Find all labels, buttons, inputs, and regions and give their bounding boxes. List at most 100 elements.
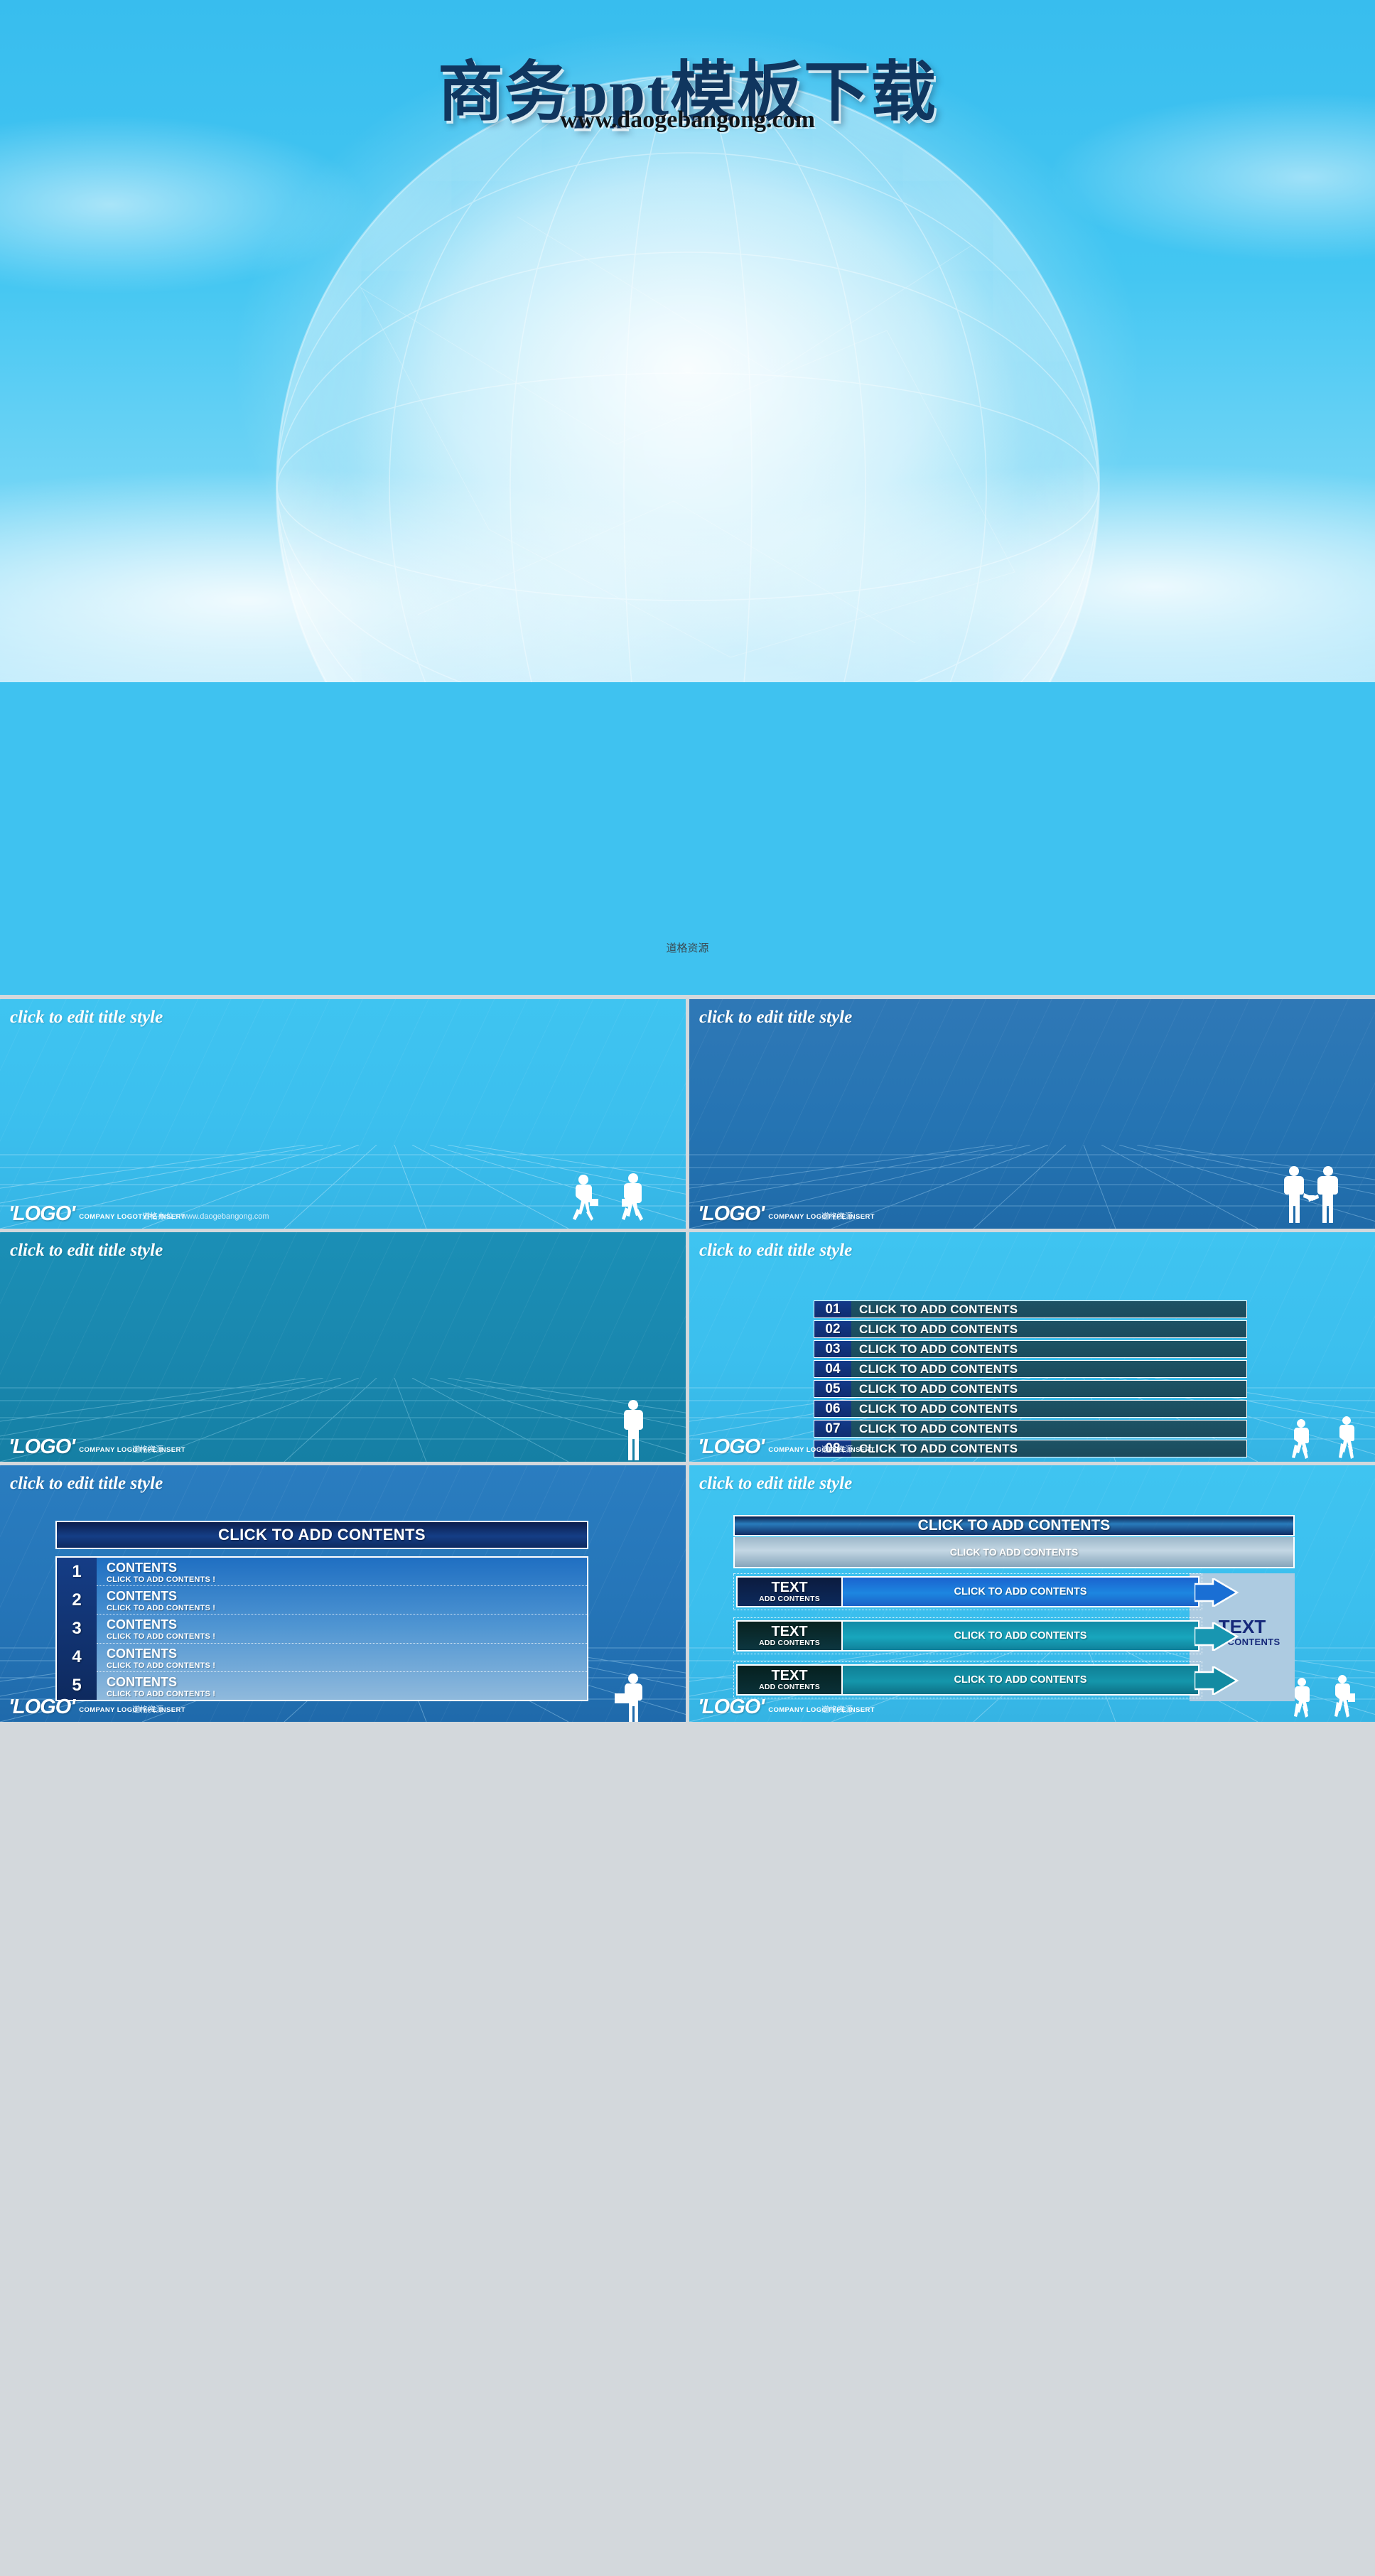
row-subtitle: CLICK TO ADD CONTENTS ! xyxy=(107,1604,216,1613)
table-row[interactable]: CONTENTS CLICK TO ADD CONTENTS ! xyxy=(97,1586,587,1615)
row-subtitle: CLICK TO ADD CONTENTS ! xyxy=(107,1575,216,1584)
row-title: CONTENTS xyxy=(107,1617,177,1632)
list-item[interactable]: 05 CLICK TO ADD CONTENTS xyxy=(814,1380,1247,1398)
contents-header-bar[interactable]: CLICK TO ADD CONTENTS xyxy=(55,1521,588,1549)
walking-person-silhouette xyxy=(1294,1678,1310,1718)
footer-note: 道格资源 xyxy=(821,1705,853,1714)
row-subtitle: CLICK TO ADD CONTENTS ! xyxy=(107,1661,216,1670)
list-item[interactable]: 02 CLICK TO ADD CONTENTS xyxy=(814,1320,1247,1338)
walking-businessman-silhouette xyxy=(573,1175,598,1221)
list-item[interactable]: 06 CLICK TO ADD CONTENTS xyxy=(814,1400,1247,1418)
credit-text: 道格资源 xyxy=(666,942,709,954)
row-tag-subtitle: ADD CONTENTS xyxy=(759,1595,820,1603)
footer-note: 道格办公：www.daogebangong.com xyxy=(142,1212,269,1221)
item-number: 07 xyxy=(814,1421,851,1437)
title-slide[interactable]: 商务ppt模板下载 www.daogebangong.com 道格资源 xyxy=(0,0,1375,995)
item-label: CLICK TO ADD CONTENTS xyxy=(851,1321,1246,1337)
item-number: 05 xyxy=(814,1381,851,1397)
row-tag-title: TEXT xyxy=(771,1580,808,1595)
list-item[interactable]: 07 CLICK TO ADD CONTENTS xyxy=(814,1420,1247,1438)
item-label: CLICK TO ADD CONTENTS xyxy=(851,1401,1246,1417)
logo-text: 'LOGO' xyxy=(9,1435,75,1459)
slide-grid: click to edit title style 'LOGO' COMPANY… xyxy=(0,999,1375,1725)
item-number: 01 xyxy=(814,1301,851,1317)
slide-2[interactable]: click to edit title style 'LOGO' COMPANY… xyxy=(0,999,686,1229)
ppt-template-preview-page: 商务ppt模板下载 www.daogebangong.com 道格资源 clic… xyxy=(0,0,1375,2576)
row-number: 2 xyxy=(72,1590,82,1610)
slide-7[interactable]: click to edit title style CLICK TO ADD C… xyxy=(689,1465,1375,1722)
row-tag-title: TEXT xyxy=(771,1668,808,1683)
item-label: CLICK TO ADD CONTENTS xyxy=(851,1361,1246,1377)
item-label: CLICK TO ADD CONTENTS xyxy=(851,1301,1246,1317)
footer-note: 道格资源 xyxy=(132,1705,163,1714)
arrow-right-icon xyxy=(1195,1622,1239,1651)
row-subtitle: CLICK TO ADD CONTENTS ! xyxy=(107,1689,216,1698)
table-row[interactable]: CONTENTS CLICK TO ADD CONTENTS ! xyxy=(97,1615,587,1644)
list-item[interactable]: 08 CLICK TO ADD CONTENTS xyxy=(814,1440,1247,1457)
item-label: CLICK TO ADD CONTENTS xyxy=(851,1421,1246,1437)
number-column: 1 2 3 4 5 xyxy=(57,1558,97,1700)
logo-text: 'LOGO' xyxy=(698,1435,765,1459)
item-label: CLICK TO ADD CONTENTS xyxy=(851,1341,1246,1357)
row-tag: TEXT ADD CONTENTS xyxy=(736,1664,841,1696)
footer-note: 道格资源 xyxy=(821,1212,853,1221)
item-label: CLICK TO ADD CONTENTS xyxy=(851,1440,1246,1457)
row-title: CONTENTS xyxy=(107,1589,177,1604)
logo-text: 'LOGO' xyxy=(9,1696,75,1719)
slide-4[interactable]: click to edit title style 'LOGO' COMPANY… xyxy=(0,1232,686,1462)
row-title: CONTENTS xyxy=(107,1674,177,1689)
row-subtitle: CLICK TO ADD CONTENTS ! xyxy=(107,1632,216,1642)
row-column: CONTENTS CLICK TO ADD CONTENTS ! CONTENT… xyxy=(97,1558,587,1700)
slide-title: click to edit title style xyxy=(699,1241,853,1260)
row-body: CLICK TO ADD CONTENTS xyxy=(841,1664,1199,1696)
footer-note: 道格资源 xyxy=(821,1445,853,1454)
row-number: 4 xyxy=(72,1647,82,1666)
slide-title: click to edit title style xyxy=(699,1474,853,1493)
table-row[interactable]: CONTENTS CLICK TO ADD CONTENTS ! xyxy=(97,1558,587,1587)
footer-note: 道格资源 xyxy=(132,1445,163,1454)
list-item[interactable]: 04 CLICK TO ADD CONTENTS xyxy=(814,1360,1247,1378)
logo-text: 'LOGO' xyxy=(698,1202,765,1226)
slide-title: click to edit title style xyxy=(699,1008,853,1027)
row-body: CLICK TO ADD CONTENTS xyxy=(841,1576,1199,1607)
arrow-row[interactable]: TEXT ADD CONTENTS CLICK TO ADD CONTENTS xyxy=(733,1661,1239,1698)
handshake-pair-silhouette xyxy=(1284,1166,1338,1223)
slide-5[interactable]: click to edit title style 01 CLICK TO AD… xyxy=(689,1232,1375,1462)
arrow-process-panel: TEXT ADD CONTENTS TEXT ADD CONTENTS CLIC… xyxy=(733,1573,1295,1701)
man-with-box-silhouette xyxy=(615,1674,642,1722)
slide-title: click to edit title style xyxy=(10,1241,163,1260)
arrow-row[interactable]: TEXT ADD CONTENTS CLICK TO ADD CONTENTS xyxy=(733,1573,1239,1610)
list-item[interactable]: 01 CLICK TO ADD CONTENTS xyxy=(814,1300,1247,1318)
table-row[interactable]: CONTENTS CLICK TO ADD CONTENTS ! xyxy=(97,1644,587,1672)
contents-header-bar[interactable]: CLICK TO ADD CONTENTS xyxy=(733,1515,1295,1536)
slide-row-3: click to edit title style CLICK TO ADD C… xyxy=(0,1465,1375,1722)
row-tag-subtitle: ADD CONTENTS xyxy=(759,1639,820,1647)
item-number: 04 xyxy=(814,1361,851,1377)
standing-businessman-silhouette xyxy=(624,1400,643,1460)
row-tag-title: TEXT xyxy=(771,1624,808,1639)
slide-6[interactable]: click to edit title style CLICK TO ADD C… xyxy=(0,1465,686,1722)
slide-row-1: click to edit title style 'LOGO' COMPANY… xyxy=(0,999,1375,1229)
item-number: 03 xyxy=(814,1341,851,1357)
arrow-row[interactable]: TEXT ADD CONTENTS CLICK TO ADD CONTENTS xyxy=(733,1617,1239,1654)
logo-text: 'LOGO' xyxy=(698,1696,765,1719)
list-item[interactable]: 03 CLICK TO ADD CONTENTS xyxy=(814,1340,1247,1358)
logo-text: 'LOGO' xyxy=(9,1202,75,1226)
slide-title: click to edit title style xyxy=(10,1474,163,1493)
row-body: CLICK TO ADD CONTENTS xyxy=(841,1620,1199,1651)
table-row[interactable]: CONTENTS CLICK TO ADD CONTENTS ! xyxy=(97,1672,587,1700)
item-number: 02 xyxy=(814,1321,851,1337)
row-tag-subtitle: ADD CONTENTS xyxy=(759,1683,820,1691)
row-number: 3 xyxy=(72,1619,82,1638)
contents-table: 1 2 3 4 5 CONTENTS CLICK TO ADD CONTENTS… xyxy=(55,1556,588,1701)
item-number: 06 xyxy=(814,1401,851,1417)
row-title: CONTENTS xyxy=(107,1561,177,1575)
slide-gap xyxy=(0,995,1375,998)
row-title: CONTENTS xyxy=(107,1646,177,1661)
slide-row-2: click to edit title style 'LOGO' COMPANY… xyxy=(0,1232,1375,1462)
walking-woman-silhouette xyxy=(1339,1416,1354,1459)
item-label: CLICK TO ADD CONTENTS xyxy=(851,1381,1246,1397)
slide-3[interactable]: click to edit title style 'LOGO' COMPANY… xyxy=(689,999,1375,1229)
slide-title: click to edit title style xyxy=(10,1008,163,1027)
contents-subheader-bar[interactable]: CLICK TO ADD CONTENTS xyxy=(733,1537,1295,1568)
